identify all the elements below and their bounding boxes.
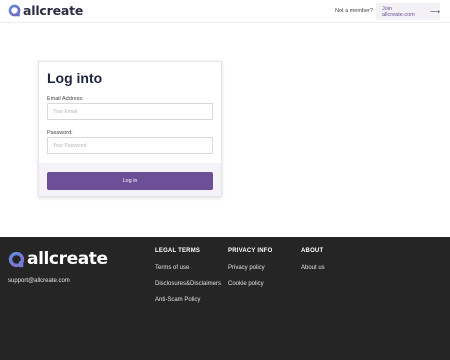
- page-title: Log into: [47, 70, 103, 86]
- allcreate-logo-icon: [8, 251, 25, 267]
- join-link[interactable]: Join allcreate.com ⟶: [376, 3, 440, 20]
- header-logo-text: allcreate: [23, 3, 84, 18]
- footer-logo-text: allcreate: [27, 249, 108, 269]
- terms-of-use-link[interactable]: Terms of use: [155, 265, 189, 271]
- legal-terms-heading: LEGAL TERMS: [155, 248, 201, 254]
- about-us-link[interactable]: About us: [301, 265, 325, 271]
- privacy-info-heading: PRIVACY INFO: [228, 248, 273, 254]
- header-logo[interactable]: allcreate: [8, 4, 83, 17]
- email-field[interactable]: [47, 103, 213, 120]
- join-link-label: Join allcreate.com: [382, 5, 415, 18]
- anti-scam-policy-link[interactable]: Anti-Scam Policy: [155, 297, 200, 303]
- disclosures-link[interactable]: Disclosures&Disclaimers: [155, 281, 221, 287]
- password-field[interactable]: [47, 137, 213, 154]
- cookie-policy-link[interactable]: Cookie policy: [228, 281, 264, 287]
- site-header: allcreate Not a member? Join allcreate.c…: [0, 0, 450, 23]
- arrow-right-icon: ⟶: [429, 8, 440, 16]
- password-label: Password:: [47, 130, 73, 136]
- login-form: Log into Email Address: Password:: [39, 62, 221, 162]
- support-email-link[interactable]: support@allcreate.com: [8, 278, 70, 284]
- site-footer: allcreate support@allcreate.com LEGAL TE…: [0, 237, 450, 360]
- login-card-footer: Log in: [39, 163, 221, 196]
- privacy-policy-link[interactable]: Privacy policy: [228, 265, 265, 271]
- login-button[interactable]: Log in: [47, 172, 213, 190]
- not-member-text: Not a member?: [335, 8, 373, 14]
- login-card: Log into Email Address: Password: Log in: [38, 61, 222, 197]
- allcreate-logo-icon: [8, 4, 21, 17]
- footer-logo[interactable]: allcreate: [8, 250, 108, 268]
- about-heading: ABOUT: [301, 248, 324, 254]
- email-label: Email Address:: [47, 96, 84, 102]
